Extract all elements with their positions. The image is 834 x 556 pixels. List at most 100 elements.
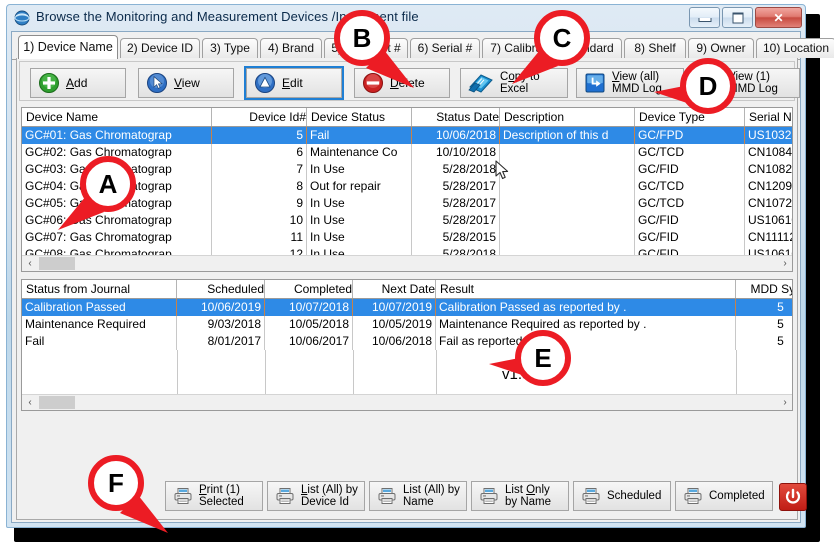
column-header[interactable]: Status Date	[412, 108, 500, 126]
table-cell: CN107260	[745, 195, 793, 212]
tab-label: 1) Device Name	[23, 40, 113, 54]
column-header[interactable]: Description	[500, 108, 635, 126]
table-row[interactable]: Fail8/01/201710/06/201710/06/2018Fail as…	[22, 333, 792, 350]
blue-triangle-icon	[254, 72, 276, 94]
list-only-by-name-button[interactable]: List Onlyby Name	[471, 481, 569, 511]
scroll-right-icon[interactable]: ›	[777, 256, 793, 271]
tab-2-device-id[interactable]: 2) Device ID	[120, 38, 200, 58]
print-selected-button[interactable]: Print (1)Selected	[165, 481, 263, 511]
table-cell: In Use	[307, 195, 412, 212]
callout-f: F	[88, 455, 144, 511]
table-cell: 5/28/2017	[412, 212, 500, 229]
label-line-2: Device Id	[301, 496, 358, 509]
label-line-1: List (All) by	[403, 484, 460, 497]
table-cell: 11	[212, 229, 307, 246]
callout-letter: F	[108, 468, 124, 498]
maximize-icon	[732, 12, 743, 23]
table-cell: In Use	[307, 161, 412, 178]
add-button[interactable]: Add	[30, 68, 126, 98]
tab-6-serial[interactable]: 6) Serial #	[410, 38, 480, 58]
tab-10-location[interactable]: 10) Location	[756, 38, 834, 58]
table-cell: 10	[212, 212, 307, 229]
table-cell: 5/28/2018	[412, 161, 500, 178]
table-cell: 5	[212, 127, 307, 144]
table-cell: 5	[736, 316, 793, 333]
view-button[interactable]: View	[138, 68, 234, 98]
screenshot-root: Browse the Monitoring and Measurement De…	[0, 0, 834, 556]
table-cell: GC/TCD	[635, 178, 745, 195]
callout-bubble: A	[80, 156, 136, 212]
callout-letter: D	[699, 71, 718, 101]
printer-icon	[581, 487, 601, 505]
print-selected-label: Print (1)Selected	[199, 484, 244, 509]
callout-letter: E	[534, 343, 551, 373]
maximize-button[interactable]	[722, 7, 753, 28]
scheduled-button[interactable]: Scheduled	[573, 481, 671, 511]
column-header[interactable]: Status from Journal	[22, 280, 177, 298]
hscroll-thumb[interactable]	[39, 257, 75, 270]
table-cell: GC/FID	[635, 161, 745, 178]
completed-button[interactable]: Completed	[675, 481, 773, 511]
tab-label: 10) Location	[763, 41, 829, 55]
journal-grid-hscrollbar[interactable]: ‹ ›	[22, 394, 793, 410]
tab-1-device-name[interactable]: 1) Device Name	[18, 35, 118, 59]
column-header[interactable]: Device Id#	[212, 108, 307, 126]
callout-bubble: B	[334, 10, 390, 66]
tab-3-type[interactable]: 3) Type	[202, 38, 258, 58]
table-cell: Maintenance Required	[22, 316, 177, 333]
list-all-by-name-button[interactable]: List (All) byName	[369, 481, 467, 511]
scroll-left-icon[interactable]: ‹	[22, 256, 38, 271]
printer-icon	[683, 487, 703, 505]
close-button[interactable]: ✕	[755, 7, 802, 28]
exit-power-button[interactable]	[779, 483, 807, 511]
column-header[interactable]: Result	[436, 280, 736, 298]
minimize-button[interactable]	[689, 7, 720, 28]
table-cell: 5/28/2017	[412, 178, 500, 195]
scroll-right-icon[interactable]: ›	[777, 395, 793, 410]
hscroll-thumb[interactable]	[39, 396, 75, 409]
callout-b: B	[334, 10, 390, 66]
printer-icon	[377, 487, 397, 505]
callout-letter: B	[353, 23, 372, 53]
column-header[interactable]: Device Status	[307, 108, 412, 126]
printer-icon	[479, 487, 499, 505]
device-grid-hscrollbar[interactable]: ‹ ›	[22, 255, 793, 271]
completed-label: Completed	[709, 490, 765, 503]
table-cell: 10/05/2019	[353, 316, 436, 333]
table-cell: In Use	[307, 212, 412, 229]
label-line-1: List (All) by	[301, 484, 358, 497]
table-row[interactable]: Calibration Passed10/06/201910/07/201810…	[22, 299, 792, 316]
label-line-2: Selected	[199, 496, 244, 509]
journal-grid-header: Status from JournalScheduledCompletedNex…	[22, 280, 792, 299]
column-header[interactable]: Device Name	[22, 108, 212, 126]
column-header[interactable]: MDD Sys Id	[736, 280, 793, 298]
tab-label: 6) Serial #	[418, 41, 473, 55]
journal-grid[interactable]: Status from JournalScheduledCompletedNex…	[21, 279, 793, 411]
list-all-by-device-id-button[interactable]: List (All) byDevice Id	[267, 481, 365, 511]
table-cell: US106100	[745, 212, 793, 229]
tab-label: 2) Device ID	[127, 41, 193, 55]
column-header[interactable]: Scheduled	[177, 280, 265, 298]
table-cell: Fail	[307, 127, 412, 144]
column-header[interactable]: Next Date	[353, 280, 436, 298]
list-all-by-device-id-label: List (All) byDevice Id	[301, 484, 358, 509]
green-plus-icon	[38, 72, 60, 94]
callout-letter: A	[99, 169, 118, 199]
callout-d: D	[680, 58, 736, 114]
table-cell: Calibration Passed as reported by .	[436, 299, 736, 316]
table-cell	[500, 161, 635, 178]
list-all-by-name-label: List (All) byName	[403, 484, 460, 509]
blue-arrow-icon	[146, 72, 168, 94]
table-cell: 10/06/2019	[177, 299, 265, 316]
table-cell: 10/10/2018	[412, 144, 500, 161]
table-cell: 10/06/2017	[265, 333, 353, 350]
table-cell: 9/03/2018	[177, 316, 265, 333]
scroll-left-icon[interactable]: ‹	[22, 395, 38, 410]
table-cell: 5	[736, 333, 793, 350]
table-cell: 8/01/2017	[177, 333, 265, 350]
table-cell	[500, 178, 635, 195]
table-row[interactable]: Maintenance Required9/03/201810/05/20181…	[22, 316, 792, 333]
table-cell: 10/06/2018	[353, 333, 436, 350]
column-header[interactable]: Completed	[265, 280, 353, 298]
power-icon	[780, 484, 806, 510]
